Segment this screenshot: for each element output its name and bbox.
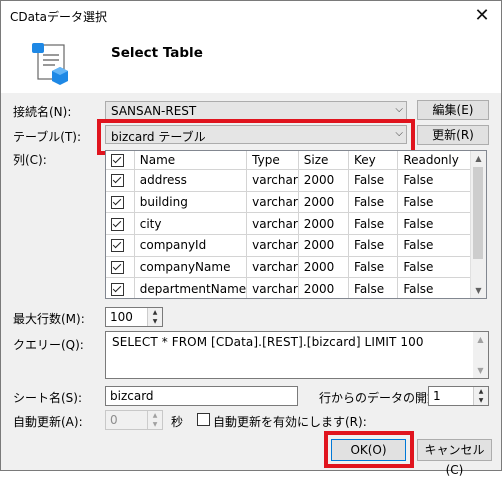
cell-name: companyId: [134, 234, 248, 257]
header-size[interactable]: Size: [298, 151, 350, 170]
cell-type: varchar: [246, 256, 299, 279]
row-checkbox[interactable]: [111, 217, 124, 231]
auto-refresh-label: 自動更新(A):: [13, 415, 83, 429]
cell-key: False: [348, 169, 399, 192]
cell-type: varchar: [246, 191, 299, 214]
cell-size: 2000: [298, 256, 350, 279]
row-checkbox[interactable]: [111, 261, 124, 275]
ok-button[interactable]: OK(O): [331, 439, 406, 461]
header-checkbox-cell[interactable]: [106, 151, 135, 170]
query-scrollbar[interactable]: ▲ ▼: [473, 332, 488, 378]
connection-value: SANSAN-REST: [111, 104, 197, 118]
max-rows-label: 最大行数(M):: [13, 312, 85, 326]
sheet-name-input[interactable]: bizcard: [105, 386, 298, 406]
table-select[interactable]: bizcard テーブル ⌵: [105, 125, 407, 144]
columns-grid[interactable]: Name Type Size Key Readonly address varc…: [105, 150, 487, 299]
cell-size: 2000: [298, 169, 350, 192]
cell-size: 2000: [298, 212, 350, 236]
table-row[interactable]: address varchar 2000 False False: [106, 169, 486, 192]
header-type[interactable]: Type: [246, 151, 299, 170]
start-row-value: 1: [433, 389, 441, 403]
dialog-header: Select Table: [1, 31, 501, 93]
close-icon[interactable]: ✕: [471, 5, 493, 27]
cell-name: address: [134, 169, 248, 192]
scroll-thumb[interactable]: [473, 167, 483, 259]
spin-arrows-icon[interactable]: ▲ ▼: [473, 387, 488, 405]
window-title: CDataデータ選択: [10, 10, 108, 24]
table-row[interactable]: building varchar 2000 False False: [106, 191, 486, 214]
grid-scrollbar[interactable]: ▲ ▼: [470, 151, 486, 298]
auto-refresh-checkbox[interactable]: [197, 413, 210, 426]
cell-key: False: [348, 191, 399, 214]
cell-size: 2000: [298, 277, 350, 298]
sheet-name-value: bizcard: [110, 389, 154, 403]
seconds-unit: 秒: [171, 415, 184, 429]
cell-key: False: [348, 256, 399, 279]
dialog-window: CDataデータ選択 ✕ Select Table 接続名(N): SANSAN…: [0, 0, 502, 477]
cell-size: 2000: [298, 234, 350, 257]
refresh-button[interactable]: 更新(R): [417, 125, 489, 145]
scroll-down-icon[interactable]: ▼: [473, 363, 488, 378]
edit-button[interactable]: 編集(E): [417, 100, 489, 120]
scroll-down-icon[interactable]: ▼: [471, 283, 486, 298]
cell-type: varchar: [246, 212, 299, 236]
table-label: テーブル(T):: [13, 130, 82, 144]
table-icon: [32, 43, 68, 85]
select-all-checkbox[interactable]: [111, 154, 124, 167]
cell-type: varchar: [246, 234, 299, 257]
table-row[interactable]: departmentName varchar 2000 False False: [106, 277, 486, 298]
cell-name: building: [134, 191, 248, 214]
row-checkbox[interactable]: [111, 174, 124, 188]
query-label: クエリー(Q):: [13, 338, 84, 352]
query-textarea[interactable]: SELECT * FROM [CData].[REST].[bizcard] L…: [105, 331, 489, 379]
row-checkbox[interactable]: [111, 282, 124, 296]
start-row-stepper[interactable]: 1 ▲ ▼: [428, 386, 489, 406]
connection-select[interactable]: SANSAN-REST ⌵: [105, 101, 407, 120]
scroll-up-icon[interactable]: ▲: [471, 151, 486, 166]
spin-arrows-icon[interactable]: ▲ ▼: [147, 411, 162, 429]
chevron-down-icon: ⌵: [395, 128, 403, 139]
sheet-label: シート名(S):: [13, 391, 83, 405]
row-checkbox[interactable]: [111, 239, 124, 253]
title-bar[interactable]: CDataデータ選択 ✕: [1, 1, 501, 31]
cell-key: False: [348, 277, 399, 298]
chevron-down-icon: ⌵: [395, 104, 403, 115]
auto-refresh-checkbox-label: 自動更新を有効にします(R):: [213, 415, 367, 429]
table-row[interactable]: companyId varchar 2000 False False: [106, 234, 486, 257]
query-text: SELECT * FROM [CData].[REST].[bizcard] L…: [112, 335, 424, 349]
max-rows-value: 100: [110, 310, 133, 324]
connection-label: 接続名(N):: [13, 105, 72, 119]
cell-size: 2000: [298, 191, 350, 214]
cell-type: varchar: [246, 277, 299, 298]
row-checkbox[interactable]: [111, 196, 124, 210]
cell-name: city: [134, 212, 248, 236]
columns-label: 列(C):: [13, 153, 47, 167]
table-value: bizcard テーブル: [111, 130, 206, 144]
table-row[interactable]: city varchar 2000 False False: [106, 212, 486, 236]
cell-key: False: [348, 212, 399, 236]
page-title: Select Table: [111, 45, 203, 61]
cell-name: departmentName: [134, 277, 248, 298]
columns-table: Name Type Size Key Readonly address varc…: [106, 151, 486, 298]
header-name[interactable]: Name: [134, 151, 248, 170]
max-rows-stepper[interactable]: 100 ▲ ▼: [105, 307, 163, 327]
scroll-up-icon[interactable]: ▲: [473, 332, 488, 347]
header-key[interactable]: Key: [348, 151, 399, 170]
cell-type: varchar: [246, 169, 299, 192]
auto-refresh-stepper[interactable]: 0 ▲ ▼: [105, 410, 163, 430]
cell-key: False: [348, 234, 399, 257]
start-row-label: 行からのデータの開始: [319, 391, 440, 405]
table-row[interactable]: companyName varchar 2000 False False: [106, 256, 486, 279]
table-header-row: Name Type Size Key Readonly: [106, 151, 486, 170]
cancel-button[interactable]: キャンセル(C): [417, 439, 492, 477]
spin-arrows-icon[interactable]: ▲ ▼: [147, 308, 162, 326]
auto-refresh-value: 0: [110, 413, 118, 427]
cell-name: companyName: [134, 256, 248, 279]
